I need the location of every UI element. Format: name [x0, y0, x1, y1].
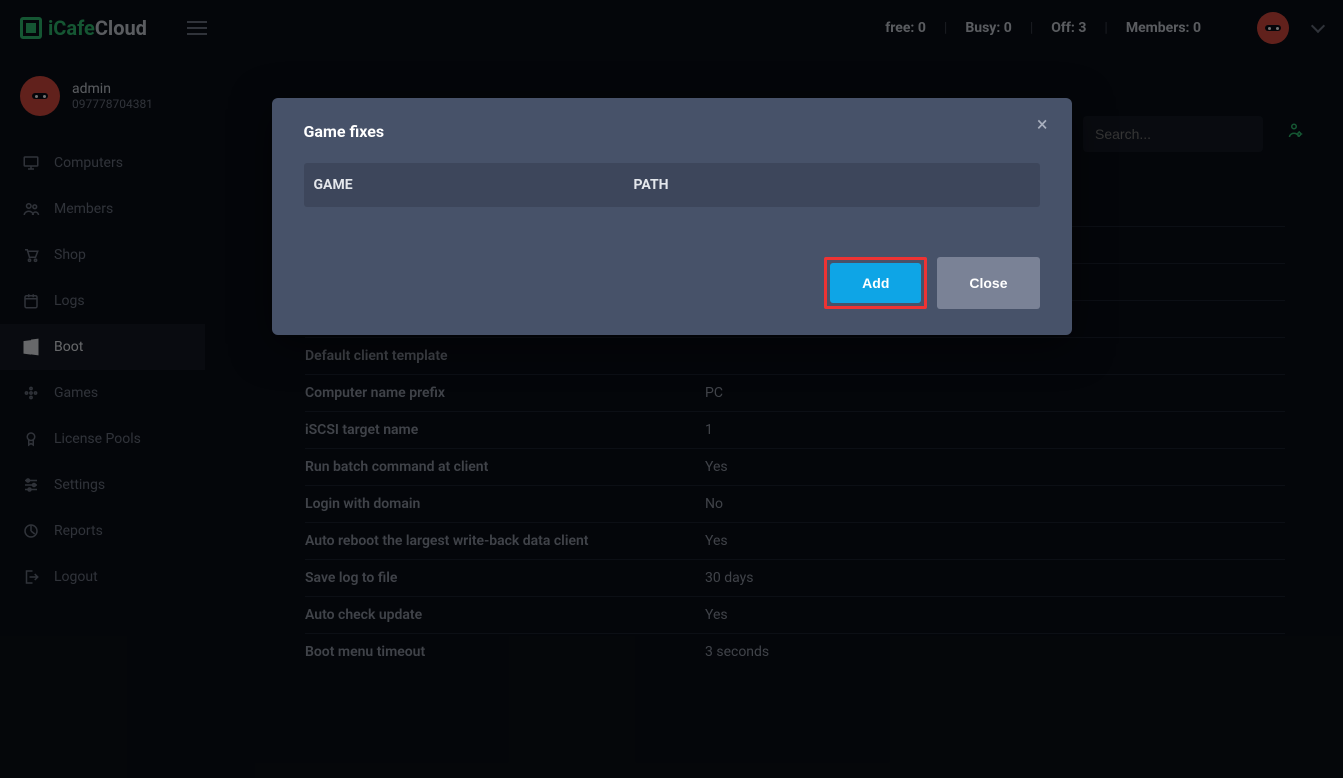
- col-path-header: PATH: [634, 177, 669, 193]
- modal-title: Game fixes: [304, 122, 1040, 141]
- close-button[interactable]: Close: [937, 257, 1039, 309]
- game-fixes-modal: Game fixes × GAME PATH Add Close: [272, 98, 1072, 335]
- modal-actions: Add Close: [304, 257, 1040, 309]
- modal-overlay[interactable]: Game fixes × GAME PATH Add Close: [0, 0, 1343, 778]
- col-game-header: GAME: [314, 177, 634, 193]
- modal-table-header: GAME PATH: [304, 163, 1040, 207]
- close-icon[interactable]: ×: [1037, 114, 1048, 134]
- add-button-highlight: Add: [824, 257, 927, 309]
- add-button[interactable]: Add: [830, 263, 921, 303]
